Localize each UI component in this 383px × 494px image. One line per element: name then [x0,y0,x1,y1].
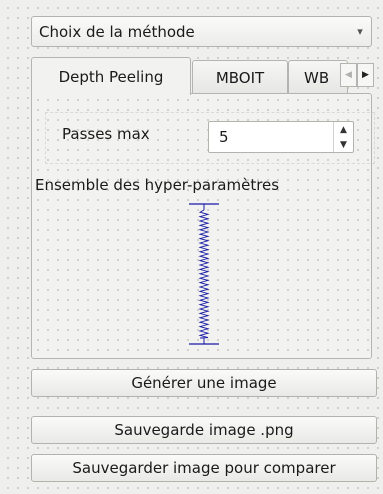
tab-label: Depth Peeling [58,67,164,86]
method-combo[interactable]: Choix de la méthode ▾ [31,16,372,47]
method-combo-value: Choix de la méthode [39,22,195,41]
save-compare-button[interactable]: Sauvegarder image pour comparer [31,454,377,482]
generate-image-button[interactable]: Générer une image [31,369,377,397]
passes-max-spinbox[interactable]: 5 ▲ ▼ [208,121,354,153]
tab-scroll-left-icon[interactable]: ◀ [340,63,357,87]
tab-label: WB [304,68,330,87]
spin-up-icon[interactable]: ▲ [334,122,353,137]
save-png-label: Sauvegarde image .png [114,421,294,439]
tab-wb[interactable]: WB [288,60,348,94]
vertical-spacer-icon [189,203,219,345]
tab-depth-peeling[interactable]: Depth Peeling [31,57,191,95]
tab-scroll-right-icon[interactable]: ▶ [357,63,374,87]
method-tab-bar: Depth Peeling MBOIT WB ◀ ▶ [31,57,383,95]
save-png-button[interactable]: Sauvegarde image .png [31,416,377,444]
generate-image-label: Générer une image [131,374,277,392]
tab-label: MBOIT [215,68,265,87]
tab-mboit[interactable]: MBOIT [192,60,288,94]
chevron-down-icon: ▾ [357,25,363,38]
passes-max-value[interactable]: 5 [219,128,229,146]
spin-down-icon[interactable]: ▼ [334,137,353,152]
save-compare-label: Sauvegarder image pour comparer [72,459,336,477]
passes-max-label: Passes max [62,125,150,143]
spin-buttons: ▲ ▼ [333,122,353,152]
hyper-parameters-label: Ensemble des hyper-paramètres [35,176,280,194]
